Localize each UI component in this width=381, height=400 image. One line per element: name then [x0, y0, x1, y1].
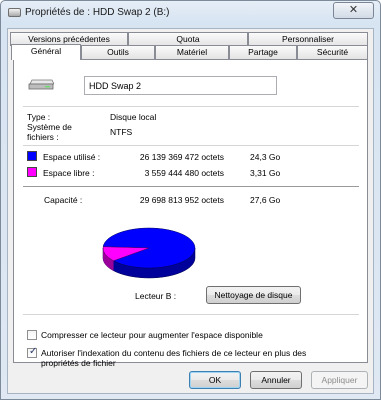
tab-outils[interactable]: Outils	[81, 45, 155, 59]
capacity-label: Capacité :	[44, 195, 83, 205]
used-space-bytes: 26 139 369 472 octets	[139, 152, 224, 162]
filesystem-label-line1: Système de	[27, 122, 72, 132]
separator	[23, 145, 359, 146]
tab-general[interactable]: Général	[11, 44, 81, 60]
free-space-swatch	[27, 167, 37, 177]
used-space-label: Espace utilisé :	[43, 152, 101, 162]
general-tab-panel: Type : Disque local Système de fichiers …	[13, 59, 368, 368]
close-button[interactable]: ✕	[333, 2, 374, 19]
capacity-size: 27,6 Go	[250, 195, 281, 205]
disk-cleanup-button[interactable]: Nettoyage de disque	[206, 286, 301, 304]
free-space-bytes: 3 559 444 480 octets	[144, 168, 224, 178]
tab-partage[interactable]: Partage	[229, 45, 297, 59]
cancel-button[interactable]: Annuler	[250, 371, 302, 389]
type-value: Disque local	[110, 112, 157, 122]
tab-quota[interactable]: Quota	[128, 32, 248, 46]
free-space-label: Espace libre :	[43, 168, 95, 178]
ok-button[interactable]: OK	[189, 371, 241, 389]
tab-personnaliser[interactable]: Personnaliser	[248, 32, 368, 46]
compress-drive-checkbox[interactable]	[27, 330, 37, 340]
tab-materiel[interactable]: Matériel	[155, 45, 229, 59]
window-title: Propriétés de : HDD Swap 2 (B:)	[25, 7, 170, 18]
filesystem-value: NTFS	[110, 127, 133, 137]
type-label: Type :	[27, 112, 51, 122]
separator	[23, 186, 359, 187]
free-space-size: 3,31 Go	[250, 168, 281, 178]
separator	[23, 314, 359, 315]
dialog-client-area: Versions précédentes Quota Personnaliser…	[7, 28, 374, 394]
filesystem-label-line2: fichiers :	[27, 132, 59, 142]
used-space-swatch	[27, 151, 37, 161]
drive-letter-label: Lecteur B :	[135, 291, 177, 301]
capacity-bytes: 29 698 813 952 octets	[139, 195, 224, 205]
disk-usage-pie-chart	[102, 227, 196, 279]
drive-name-input[interactable]	[84, 76, 277, 95]
checkmark-icon: ✓	[29, 346, 38, 357]
title-bar[interactable]: Propriétés de : HDD Swap 2 (B:) ✕	[1, 1, 380, 25]
apply-button[interactable]: Appliquer	[311, 371, 368, 389]
allow-indexing-label-line2: propriétés de fichier	[41, 358, 116, 368]
tab-securite[interactable]: Sécurité	[297, 45, 368, 59]
compress-drive-label: Compresser ce lecteur pour augmenter l'e…	[41, 330, 263, 340]
drive-title-icon	[8, 8, 21, 17]
separator	[23, 106, 359, 107]
allow-indexing-checkbox[interactable]: ✓	[27, 346, 38, 358]
used-space-size: 24,3 Go	[250, 152, 281, 162]
hard-drive-icon	[28, 79, 54, 90]
properties-window: Propriétés de : HDD Swap 2 (B:) ✕ Versio…	[0, 0, 381, 400]
